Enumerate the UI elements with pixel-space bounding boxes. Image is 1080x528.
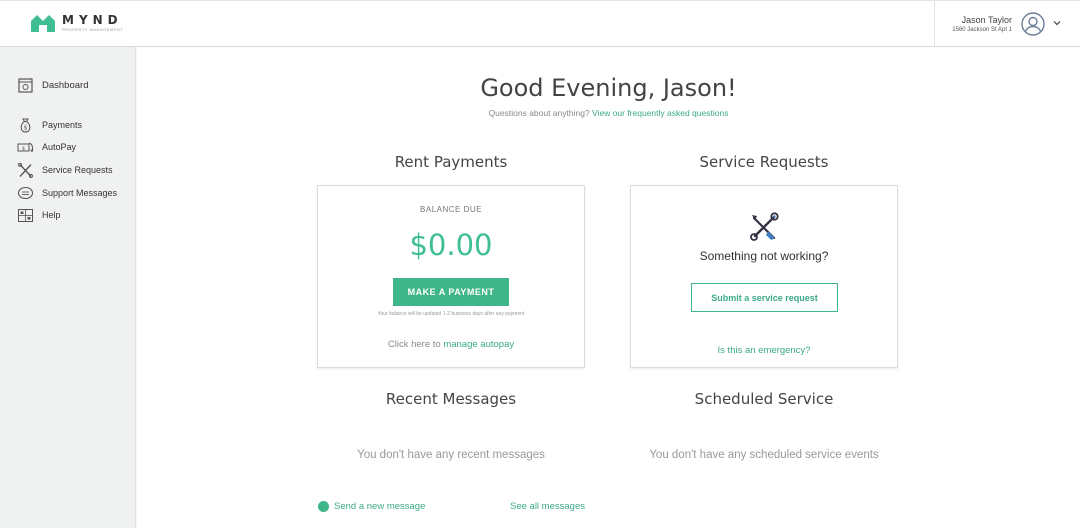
- top-bar: MYND PROPERTY MANAGEMENT Jason Taylor 15…: [0, 0, 1080, 47]
- sidebar-item-payments[interactable]: $ Payments: [17, 117, 82, 133]
- rent-payments-card: BALANCE DUE $0.00 MAKE A PAYMENT Your ba…: [317, 185, 585, 368]
- emergency-link[interactable]: Is this an emergency?: [631, 345, 897, 356]
- user-menu[interactable]: Jason Taylor 1560 Jackson St Apt 1: [934, 1, 1080, 47]
- sidebar-item-help[interactable]: Help: [17, 207, 61, 223]
- chevron-down-icon[interactable]: [1052, 18, 1062, 28]
- sidebar-item-label: Dashboard: [42, 79, 89, 91]
- scheduled-service-title: Scheduled Service: [694, 390, 834, 408]
- user-name: Jason Taylor: [961, 15, 1012, 25]
- faq-line: Questions about anything? View our frequ…: [137, 108, 1080, 118]
- faq-link[interactable]: View our frequently asked questions: [592, 108, 728, 118]
- no-messages-text: You don't have any recent messages: [357, 449, 545, 461]
- service-requests-title: Service Requests: [699, 153, 829, 171]
- manage-autopay-link[interactable]: manage autopay: [443, 339, 514, 350]
- house-logo-icon: [31, 15, 55, 32]
- wrench-screwdriver-icon: [750, 212, 779, 241]
- user-circle-icon[interactable]: [1021, 12, 1045, 36]
- sidebar-item-label: Service Requests: [42, 165, 113, 175]
- questions-text: Questions about anything?: [488, 108, 590, 118]
- plus-circle-icon: [318, 501, 329, 512]
- sidebar-item-dashboard[interactable]: Dashboard: [17, 77, 88, 93]
- make-payment-button[interactable]: MAKE A PAYMENT: [393, 278, 509, 306]
- mynd-logo[interactable]: MYND PROPERTY MANAGEMENT: [30, 13, 123, 33]
- no-scheduled-text: You don't have any scheduled service eve…: [649, 449, 879, 461]
- rent-payments-title: Rent Payments: [394, 153, 508, 171]
- sidebar-item-support-messages[interactable]: Support Messages: [17, 185, 117, 201]
- chat-bubble-icon: [17, 186, 34, 199]
- balance-amount: $0.00: [409, 228, 493, 262]
- sidebar-item-label: Support Messages: [42, 188, 118, 198]
- recent-messages-title: Recent Messages: [385, 390, 517, 408]
- user-address: 1560 Jackson St Apt 1: [952, 27, 1012, 33]
- send-message-label: Send a new message: [334, 501, 426, 512]
- something-not-working-text: Something not working?: [699, 249, 829, 263]
- see-all-messages-link[interactable]: See all messages: [510, 501, 585, 512]
- help-grid-icon: [18, 208, 33, 222]
- autopay-line: Click here to manage autopay: [318, 339, 584, 350]
- sidebar-item-service-requests[interactable]: Service Requests: [17, 162, 113, 178]
- balance-label: BALANCE DUE: [420, 205, 482, 214]
- svg-text:$: $: [24, 124, 28, 131]
- service-requests-card: Something not working? Submit a service …: [630, 185, 898, 368]
- sidebar-item-autopay[interactable]: $ AutoPay: [17, 139, 76, 155]
- sidebar-item-label: Help: [42, 210, 61, 220]
- money-bag-icon: $: [20, 118, 31, 133]
- autopay-icon: $: [17, 142, 34, 152]
- dashboard-icon: [18, 77, 33, 93]
- sidebar-item-label: Payments: [42, 120, 83, 130]
- submit-service-request-button[interactable]: Submit a service request: [691, 283, 838, 312]
- sidebar-item-label: AutoPay: [42, 142, 77, 152]
- balance-note: Your balance will be updated 1-2 busines…: [377, 311, 525, 317]
- sidebar: Dashboard $ Payments $ AutoPay Service R…: [0, 47, 136, 528]
- brand-name: MYND: [62, 13, 123, 27]
- brand-tagline: PROPERTY MANAGEMENT: [62, 27, 124, 32]
- autopay-prefix: Click here to: [387, 339, 441, 350]
- tools-icon: [18, 162, 33, 178]
- send-message-link[interactable]: Send a new message: [318, 501, 425, 512]
- svg-text:$: $: [22, 146, 25, 152]
- main-content: Good Evening, Jason! Questions about any…: [137, 47, 1080, 528]
- page-title: Good Evening, Jason!: [480, 74, 737, 102]
